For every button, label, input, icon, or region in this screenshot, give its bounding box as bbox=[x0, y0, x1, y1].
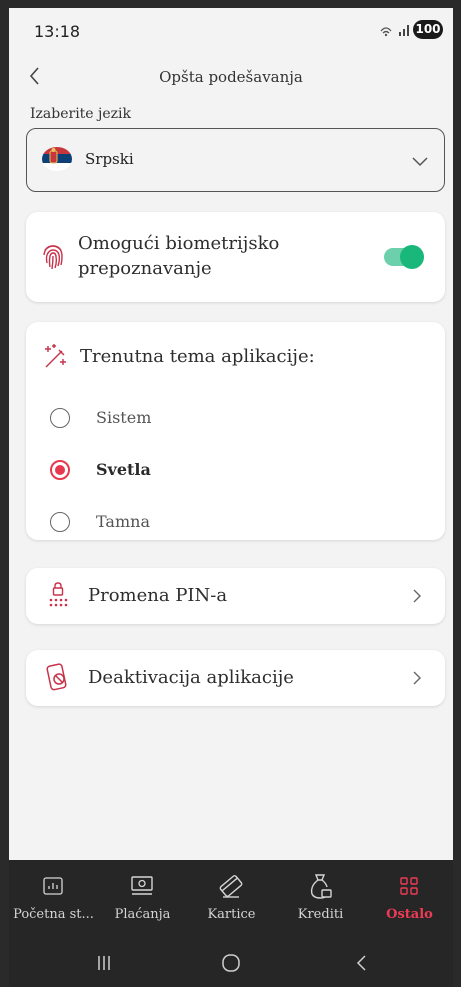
theme-option-sistem[interactable]: Sistem bbox=[26, 398, 445, 438]
fingerprint-icon bbox=[43, 245, 63, 270]
biometrics-toggle[interactable] bbox=[384, 245, 424, 269]
status-time: 13:18 bbox=[34, 22, 81, 41]
dashboard-icon bbox=[43, 877, 63, 895]
theme-option-label: Sistem bbox=[96, 408, 152, 427]
recent-apps-button[interactable] bbox=[91, 950, 117, 976]
theme-option-label: Svetla bbox=[96, 460, 151, 479]
deactivate-app-button[interactable]: Deaktivacija aplikacije bbox=[26, 650, 445, 706]
language-value: Srpski bbox=[85, 150, 134, 168]
change-pin-label: Promena PIN-a bbox=[88, 585, 228, 606]
magic-wand-icon bbox=[45, 344, 66, 368]
tab-more[interactable]: Ostalo bbox=[365, 860, 453, 938]
header: Opšta podešavanja bbox=[9, 56, 453, 96]
tab-cards[interactable]: Kartice bbox=[187, 860, 276, 938]
theme-option-tamna[interactable]: Tamna bbox=[26, 502, 445, 542]
tab-home[interactable]: Početna st... bbox=[9, 860, 98, 938]
status-bar: 13:18 100 bbox=[9, 8, 453, 52]
tab-label: Početna st... bbox=[13, 907, 94, 922]
chevron-right-icon bbox=[413, 589, 421, 603]
theme-card: Trenutna tema aplikacije: Sistem Svetla … bbox=[26, 322, 445, 540]
tab-label: Krediti bbox=[297, 907, 344, 922]
money-bag-icon bbox=[310, 874, 332, 899]
phone-blocked-icon bbox=[46, 663, 67, 691]
signal-icon bbox=[379, 23, 413, 40]
radio-button-selected[interactable] bbox=[50, 460, 70, 480]
biometrics-card: Omogući biometrijsko prepoznavanje bbox=[26, 212, 445, 302]
settings-screen: 13:18 100 Opšta podešavanja Izaberite je… bbox=[9, 8, 453, 987]
deactivate-app-label: Deaktivacija aplikacije bbox=[88, 667, 294, 688]
tab-payments[interactable]: Plaćanja bbox=[98, 860, 187, 938]
payments-icon bbox=[131, 876, 153, 895]
system-navigation-bar bbox=[9, 938, 453, 987]
system-back-button[interactable] bbox=[349, 950, 375, 976]
tab-loans[interactable]: Krediti bbox=[276, 860, 365, 938]
serbia-flag-icon bbox=[42, 147, 72, 171]
recent-apps-icon bbox=[98, 956, 110, 970]
radio-button[interactable] bbox=[50, 408, 70, 428]
theme-heading: Trenutna tema aplikacije: bbox=[80, 346, 315, 367]
theme-option-label: Tamna bbox=[96, 512, 150, 531]
tab-label: Kartice bbox=[207, 907, 256, 922]
change-pin-button[interactable]: Promena PIN-a bbox=[26, 568, 445, 624]
page-title: Opšta podešavanja bbox=[159, 68, 303, 86]
language-select[interactable]: Srpski bbox=[26, 128, 445, 192]
back-arrow-icon bbox=[356, 955, 366, 971]
grid-icon bbox=[400, 877, 418, 895]
tab-label: Ostalo bbox=[386, 907, 433, 922]
pin-lock-icon bbox=[49, 582, 68, 607]
radio-button[interactable] bbox=[50, 512, 70, 532]
tab-label: Plaćanja bbox=[114, 907, 171, 922]
theme-option-svetla[interactable]: Svetla bbox=[26, 450, 445, 490]
language-label: Izaberite jezik bbox=[30, 106, 131, 122]
biometrics-label: Omogući biometrijsko prepoznavanje bbox=[78, 233, 280, 279]
home-circle-icon bbox=[222, 954, 240, 972]
card-icon bbox=[219, 875, 243, 898]
chevron-right-icon bbox=[413, 671, 421, 685]
home-button[interactable] bbox=[218, 950, 244, 976]
chevron-down-icon bbox=[412, 157, 428, 167]
bottom-navigation: Početna st... Plaćanja Kartice Krediti O… bbox=[9, 860, 453, 938]
battery-icon: 100 bbox=[413, 20, 443, 39]
toggle-knob bbox=[400, 245, 424, 269]
